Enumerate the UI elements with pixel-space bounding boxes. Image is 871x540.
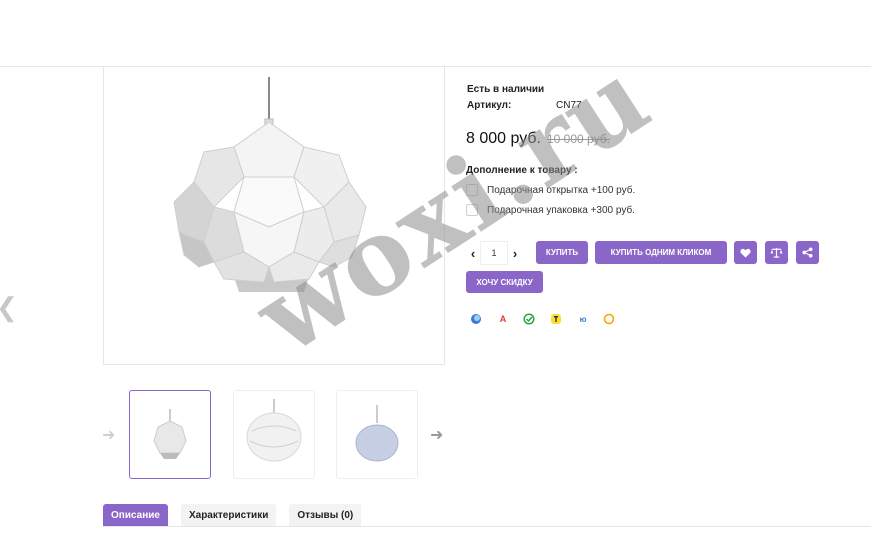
increase-icon[interactable]: ›: [508, 246, 522, 261]
thumbnail-2[interactable]: [233, 390, 315, 479]
buy-button[interactable]: Купить: [536, 241, 588, 264]
alfa-icon: A: [499, 314, 507, 324]
lamp-thumb: [355, 405, 399, 462]
want-discount-button[interactable]: Хочу скидку: [466, 271, 543, 293]
sber-icon: [522, 312, 536, 326]
thumbs-next-icon[interactable]: ➜: [430, 425, 443, 445]
share-icon: [802, 247, 813, 258]
share-button[interactable]: [796, 241, 819, 264]
yumoney-icon: ю: [579, 314, 587, 324]
scales-icon: [770, 247, 783, 258]
lamp-thumb: [153, 409, 187, 459]
tabs-divider: [103, 526, 871, 527]
buy-one-click-button[interactable]: Купить одним кликом: [595, 241, 727, 264]
mir-icon: [469, 312, 483, 326]
qiwi-icon: [602, 312, 616, 326]
thumbs-prev-icon[interactable]: ➜: [102, 425, 115, 445]
thumbnail-1[interactable]: [129, 390, 211, 479]
tab-reviews[interactable]: Отзывы (0): [289, 504, 362, 526]
thumbnail-3[interactable]: [336, 390, 418, 479]
product-tabs: Описание Характеристики Отзывы (0): [103, 504, 374, 526]
tab-characteristics[interactable]: Характеристики: [180, 504, 277, 526]
chevron-left-icon[interactable]: ❮: [0, 292, 18, 323]
lamp-thumb: [246, 399, 302, 462]
heart-icon: [740, 248, 751, 258]
tinkoff-icon: [549, 312, 563, 326]
tab-description[interactable]: Описание: [103, 504, 168, 526]
compare-button[interactable]: [765, 241, 788, 264]
favorite-button[interactable]: [734, 241, 757, 264]
